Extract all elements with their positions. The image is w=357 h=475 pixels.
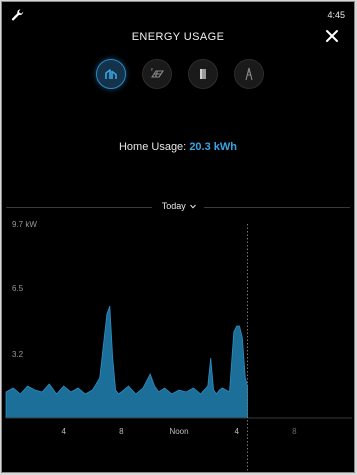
x-tick-label: 4 — [61, 427, 66, 436]
x-tick-label: 4 — [234, 427, 239, 436]
usage-chart: 9.7 kW 6.5 3.2 4 8 Noon 4 8 — [5, 220, 352, 472]
x-tick-label: Noon — [169, 427, 188, 436]
usage-area — [5, 305, 248, 419]
x-tick-label: 8 — [292, 427, 297, 436]
y-tick-label: 9.7 kW — [12, 220, 37, 229]
y-tick-label: 6.5 — [12, 284, 24, 293]
y-tick-label: 3.2 — [12, 350, 24, 359]
energy-usage-screen: 4:45 ENERGY USAGE Home Usage: 20.3 kWh T… — [1, 1, 355, 473]
x-tick-label: 8 — [119, 427, 124, 436]
